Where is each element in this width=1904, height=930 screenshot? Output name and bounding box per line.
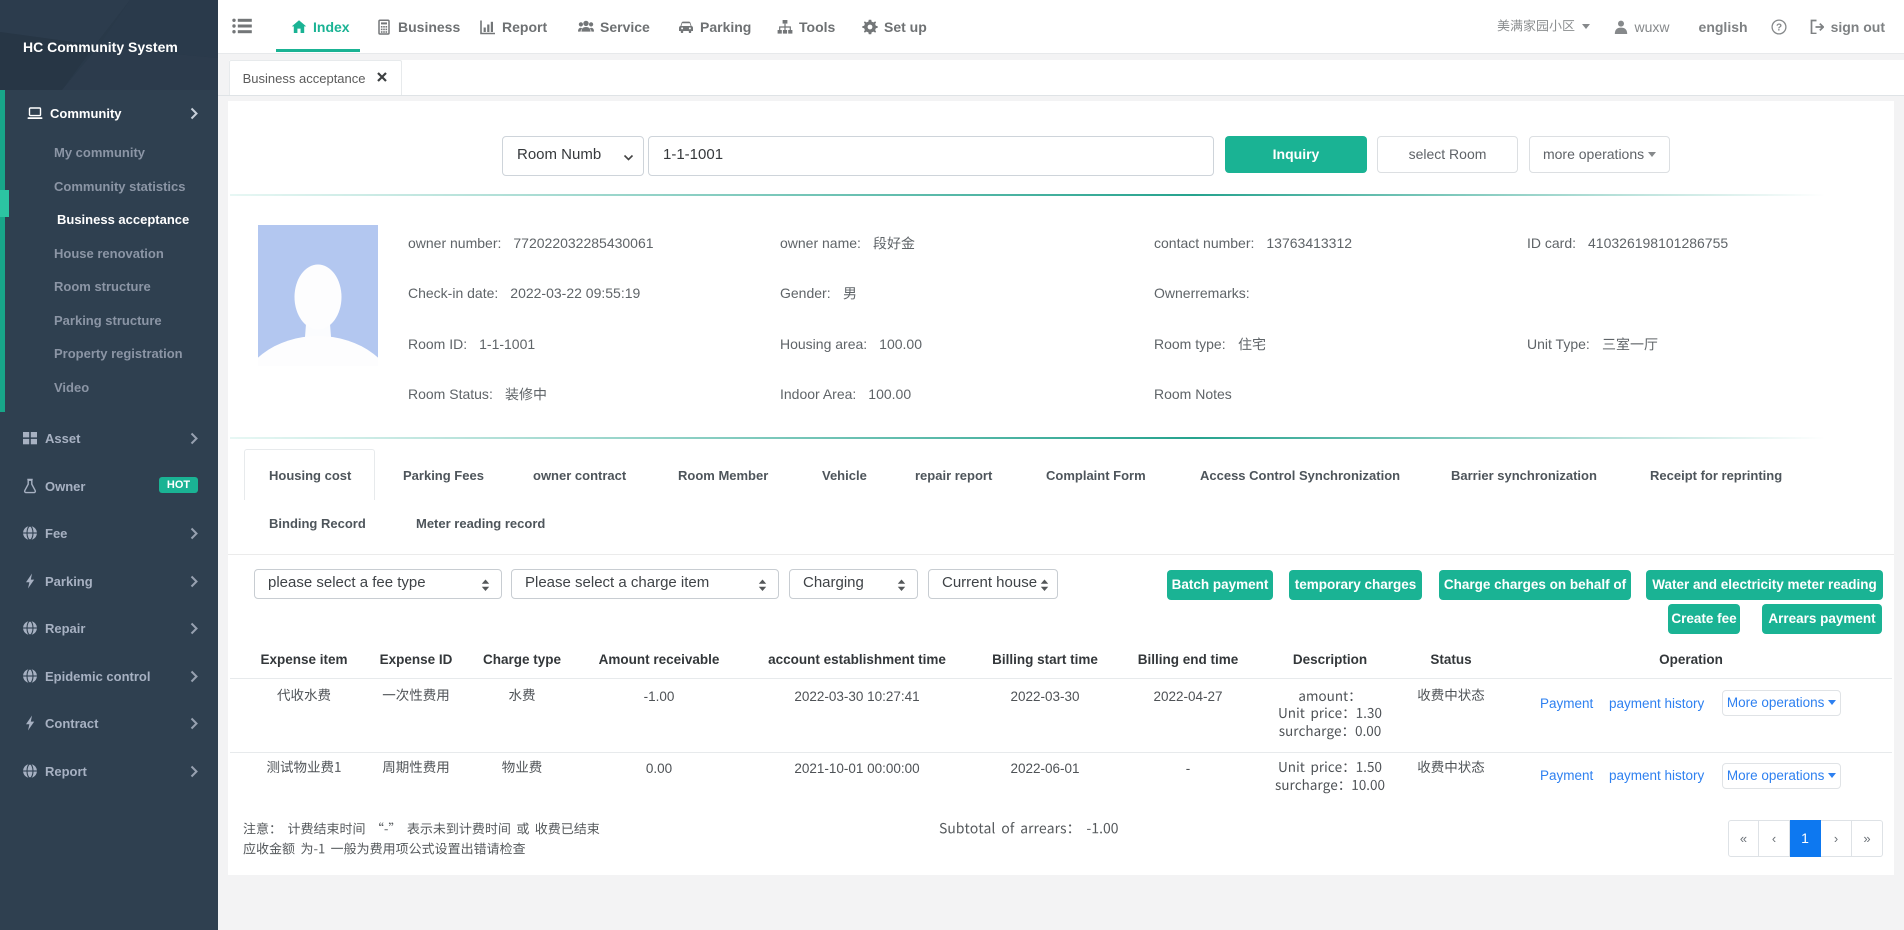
svg-text:?: ?	[1776, 22, 1782, 33]
